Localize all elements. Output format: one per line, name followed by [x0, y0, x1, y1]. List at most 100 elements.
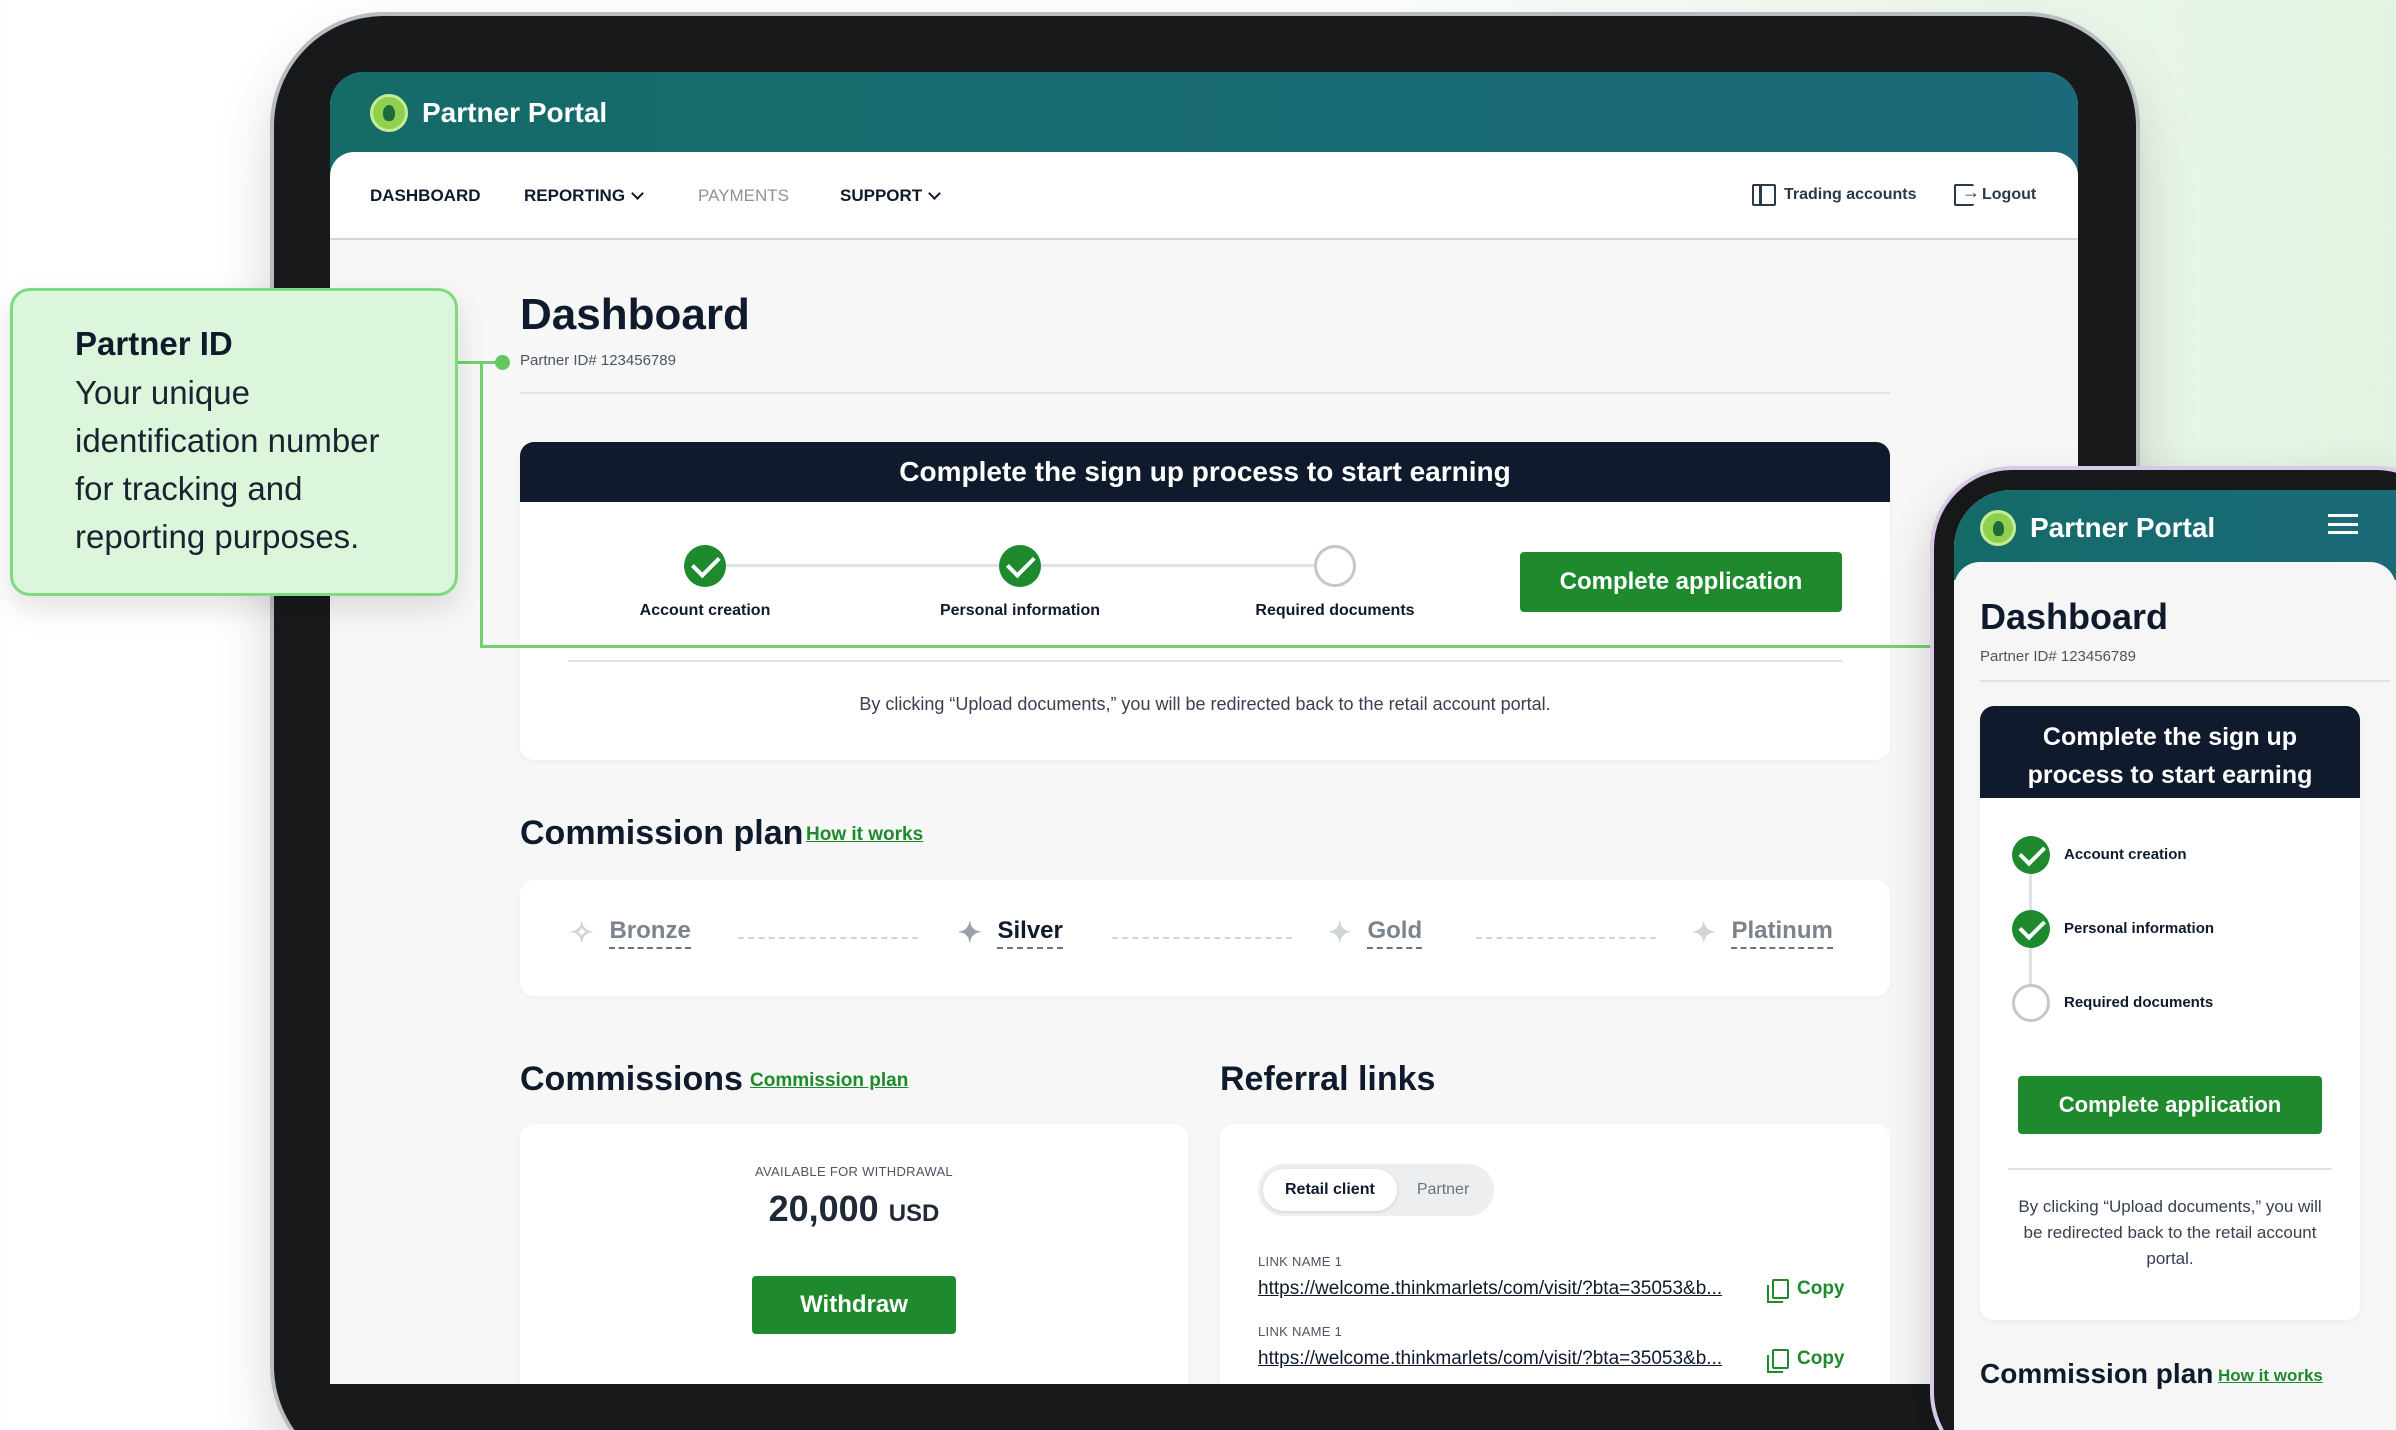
- nav-reporting-label: REPORTING: [524, 186, 626, 205]
- signup-note: By clicking “Upload documents,” you will…: [859, 694, 1551, 714]
- sparkle-icon: ✦: [1692, 917, 1716, 948]
- copy-icon: [1767, 1279, 1789, 1303]
- main-nav: DASHBOARD REPORTING PAYMENTS SUPPORT Tra…: [330, 152, 2078, 240]
- signup-banner: Complete the sign up process to start ea…: [1980, 706, 2360, 798]
- tab-partner[interactable]: Partner: [1397, 1169, 1489, 1211]
- logout-link[interactable]: Logout: [1954, 182, 2037, 206]
- tier-platinum[interactable]: ✦ Platinum: [1692, 916, 1833, 949]
- tier-connector: [1112, 937, 1292, 939]
- balance: 20,000 USD: [520, 1188, 1188, 1230]
- nav-dashboard[interactable]: DASHBOARD: [370, 186, 481, 206]
- referral-url[interactable]: https://welcome.thinkmarlets/com/visit/?…: [1258, 1278, 1722, 1300]
- balance-amount: 20,000: [768, 1188, 879, 1229]
- divider: [520, 392, 1890, 394]
- mobile-body: Dashboard Partner ID# 123456789 Complete…: [1954, 562, 2396, 1430]
- copy-label: Copy: [1797, 1278, 1845, 1299]
- check-icon: [999, 545, 1041, 587]
- callout-title: Partner ID: [75, 325, 233, 362]
- check-icon: [2012, 836, 2050, 874]
- signup-banner: Complete the sign up process to start ea…: [520, 442, 1890, 502]
- nav-payments-label: PAYMENTS: [698, 186, 789, 205]
- partner-id: Partner ID# 123456789: [1980, 648, 2136, 665]
- brand-logo-icon: [370, 94, 408, 132]
- partner-id-callout: Partner ID Your unique identification nu…: [10, 288, 458, 596]
- nav-dashboard-label: DASHBOARD: [370, 186, 481, 205]
- step-label: Account creation: [639, 602, 771, 619]
- nav-support-label: SUPPORT: [840, 186, 923, 205]
- referral-links-title: Referral links: [1220, 1060, 1436, 1098]
- tier-bronze[interactable]: ✧ Bronze: [570, 916, 691, 949]
- callout-connector: [480, 361, 483, 648]
- signup-note: By clicking “Upload documents,” you will…: [2018, 1197, 2322, 1268]
- tier-connector: [738, 937, 918, 939]
- step-label: Personal information: [939, 602, 1101, 619]
- nav-reporting[interactable]: REPORTING: [524, 186, 644, 206]
- complete-application-button[interactable]: Complete application: [1520, 552, 1842, 612]
- tier-label: Silver: [997, 917, 1063, 949]
- page-title: Dashboard: [1980, 596, 2169, 637]
- trading-accounts-label: Trading accounts: [1784, 186, 1917, 203]
- phone-screen: Partner Portal Dashboard Partner ID# 123…: [1954, 490, 2396, 1430]
- signup-card: Complete the sign up process to start ea…: [520, 442, 1890, 760]
- commissions-card: AVAILABLE FOR WITHDRAWAL 20,000 USD With…: [520, 1124, 1188, 1384]
- callout-body: Your unique identification number for tr…: [75, 374, 380, 555]
- tier-label: Bronze: [609, 917, 691, 949]
- withdraw-button[interactable]: Withdraw: [752, 1276, 956, 1334]
- check-icon: [684, 545, 726, 587]
- complete-application-button[interactable]: Complete application: [2018, 1076, 2322, 1134]
- tier-card: ✧ Bronze ✦ Silver ✦ Gold ✦ Platinum: [520, 880, 1890, 996]
- check-icon: [2012, 910, 2050, 948]
- tier-label: Gold: [1367, 917, 1423, 949]
- star-icon: ✧: [570, 917, 594, 948]
- step-pending-icon: [1314, 545, 1356, 587]
- brand-name: Partner Portal: [422, 97, 608, 128]
- step-label: Required documents: [2064, 994, 2214, 1011]
- brand[interactable]: Partner Portal: [370, 94, 607, 132]
- copy-button[interactable]: Copy: [1767, 1348, 1845, 1373]
- copy-button[interactable]: Copy: [1767, 1278, 1845, 1303]
- tier-connector: [1476, 937, 1656, 939]
- referral-card: Retail client Partner LINK NAME 1 https:…: [1220, 1124, 1890, 1384]
- logout-icon: [1954, 182, 1980, 206]
- logout-label: Logout: [1982, 186, 2037, 203]
- trading-accounts-link[interactable]: Trading accounts: [1752, 184, 1916, 206]
- brand-logo-icon: [1980, 510, 2016, 546]
- commission-plan-link[interactable]: Commission plan: [750, 1070, 908, 1092]
- menu-icon[interactable]: [2328, 514, 2358, 534]
- tablet-screen: Partner Portal DASHBOARD REPORTING PAYME…: [330, 72, 2078, 1384]
- how-it-works-link[interactable]: How it works: [806, 824, 923, 846]
- copy-icon: [1767, 1349, 1789, 1373]
- balance-currency: USD: [888, 1200, 940, 1227]
- divider: [568, 660, 1842, 662]
- mobile-signup-card: Complete the sign up process to start ea…: [1980, 706, 2360, 1320]
- available-label: AVAILABLE FOR WITHDRAWAL: [755, 1164, 953, 1179]
- link-name: LINK NAME 1: [1258, 1324, 1343, 1339]
- tier-gold[interactable]: ✦ Gold: [1328, 916, 1423, 949]
- step-label: Account creation: [2064, 846, 2187, 863]
- nav-payments[interactable]: PAYMENTS: [698, 186, 789, 206]
- step-pending-icon: [2012, 984, 2050, 1022]
- commissions-title: Commissions: [520, 1060, 743, 1098]
- nav-support[interactable]: SUPPORT: [840, 186, 942, 206]
- partner-id: Partner ID# 123456789: [520, 352, 676, 369]
- connector-dot: [495, 355, 510, 370]
- commission-plan-title: Commission plan: [520, 814, 804, 852]
- callout-connector: [480, 645, 1966, 648]
- brand-name: Partner Portal: [2030, 512, 2216, 543]
- divider: [1980, 680, 2390, 682]
- divider: [2008, 1168, 2332, 1170]
- sparkle-icon: ✦: [1328, 917, 1352, 948]
- copy-label: Copy: [1797, 1348, 1845, 1369]
- tier-silver[interactable]: ✦ Silver: [958, 916, 1063, 949]
- how-it-works-link[interactable]: How it works: [2218, 1366, 2323, 1386]
- step-label: Personal information: [2064, 920, 2215, 937]
- mobile-brand[interactable]: Partner Portal: [1980, 510, 2215, 546]
- book-icon: [1752, 184, 1776, 206]
- commission-plan-title: Commission plan: [1980, 1358, 2214, 1389]
- audience-toggle: Retail client Partner: [1258, 1164, 1495, 1216]
- chevron-down-icon: [631, 187, 644, 200]
- sparkle-icon: ✦: [958, 917, 982, 948]
- chevron-down-icon: [928, 187, 942, 200]
- referral-url[interactable]: https://welcome.thinkmarlets/com/visit/?…: [1258, 1348, 1722, 1370]
- tab-retail-client[interactable]: Retail client: [1263, 1169, 1397, 1211]
